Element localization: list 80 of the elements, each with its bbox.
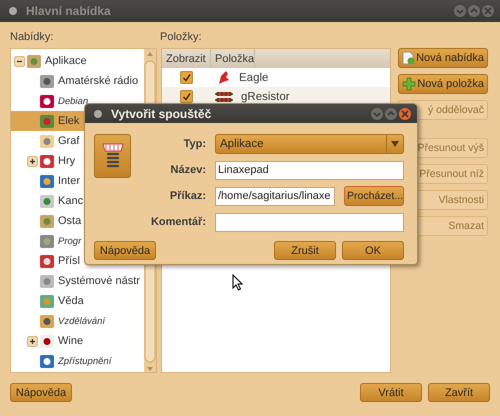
checkbox[interactable] [180,90,193,103]
tree-item-label: Progr [58,236,82,246]
field-label: Název: [170,164,206,176]
category-icon [39,353,55,369]
tree-item[interactable]: Inter [11,171,144,191]
dropdown-arrow-icon [391,141,399,147]
new-menu-icon [401,51,416,65]
tree-item-label: Graf [58,135,80,147]
window-controls-icon [453,4,495,18]
category-icon [39,173,55,189]
category-icon [39,313,55,329]
category-icon [39,273,55,289]
category-icon [39,73,55,89]
category-icon [26,53,42,69]
tree-item-label: Vzdělávání [58,316,106,326]
window-controls-icon [370,106,412,120]
browse-button[interactable]: Procházet... [344,186,404,206]
input-field[interactable]: Linaxepad [215,160,404,180]
type-dropdown[interactable]: Aplikace [215,134,404,154]
help-button[interactable]: Nápověda [94,241,156,260]
column-header[interactable]: Zobrazit [162,49,211,68]
category-icon [39,233,55,249]
category-icon [39,153,55,169]
tree-item[interactable]: Amatérské rádio [11,71,144,91]
tree-item[interactable]: Wine [11,331,144,351]
cancel-button[interactable]: Zrušit [274,241,336,260]
field-label: Komentář: [150,216,206,228]
window-menu-icon [8,6,18,16]
tree-item[interactable]: Graf [11,131,144,151]
tree-item[interactable]: Osta [11,211,144,231]
side-button[interactable]: Nová položka [398,74,488,94]
tree-item-label: Wine [58,335,84,347]
checkbox[interactable] [180,71,193,84]
tree-item[interactable]: Věda [11,291,144,311]
tree-item-label: Elek [58,115,80,127]
tree-item-label: Aplikace [45,55,87,67]
field-label: Příkaz: [168,190,206,202]
category-icon [39,133,55,149]
tree-item[interactable]: Hry [11,151,144,171]
table-cell: gResistor [241,90,290,102]
side-button[interactable]: Nová nabídka [398,48,488,68]
category-icon [39,253,55,269]
tree-item[interactable]: Zpřístupnění [11,351,144,371]
section-label: Položky: [160,31,202,43]
input-field[interactable]: /home/sagitarius/linaxe [215,186,335,206]
tree-item-label: Hry [58,155,76,167]
section-label: Nabídky: [10,31,54,43]
ok-button[interactable]: OK [342,241,404,260]
tree-item[interactable]: Kanc [11,191,144,211]
category-icon [39,293,55,309]
tree-item-label: Inter [58,175,80,187]
launcher-icon-button[interactable] [94,134,131,178]
plus-icon [402,77,416,91]
field-label: Typ: [182,138,206,150]
category-icon [39,213,55,229]
close-button[interactable]: Zavřít [428,383,490,402]
tree-item-label: Přísl [58,255,80,267]
help-button[interactable]: Nápověda [10,383,72,402]
table-cell: Eagle [239,72,268,84]
tree-item-label: Zpřístupnění [58,356,112,366]
category-icon [39,193,55,209]
tree-item-label: Systémové nástr [58,275,140,287]
revert-button[interactable]: Vrátit [360,383,422,402]
column-header[interactable]: Položka [211,49,256,68]
tree-item-label: Amatérské rádio [58,75,138,87]
resistor-icon [215,90,233,104]
tree-item[interactable]: Aplikace [11,51,144,71]
mouse-pointer-icon [232,274,243,291]
category-icon [39,93,55,109]
tree-item[interactable]: Vzdělávání [11,311,144,331]
tree-item-label: Věda [58,295,84,307]
window-menu-icon [93,108,103,118]
window-title: Hlavní nabídka [26,4,112,18]
tree-item[interactable]: Systémové nástr [11,271,144,291]
category-icon [39,333,55,349]
tree-item-label: Kanc [58,195,84,207]
tree-item-label: Debian [58,96,88,106]
category-icon [39,113,55,129]
tree-item-label: Osta [58,215,82,227]
input-field[interactable] [215,212,404,232]
